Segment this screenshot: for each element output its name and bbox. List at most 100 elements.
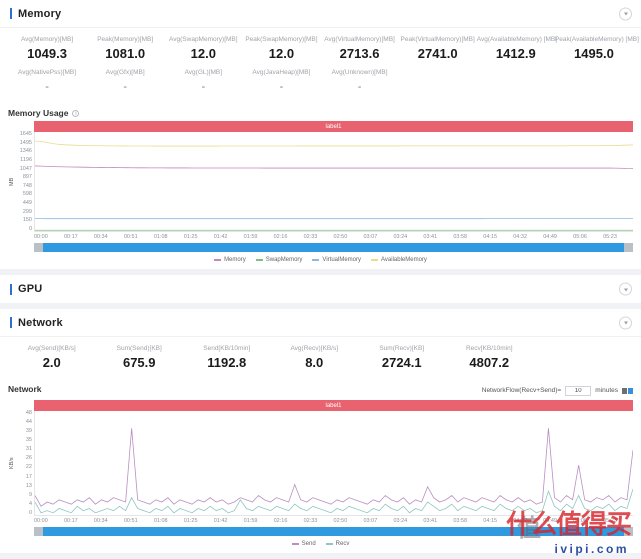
section-accent-bar xyxy=(10,284,12,295)
gpu-panel-title: GPU xyxy=(18,283,42,295)
scrollbar-track[interactable] xyxy=(43,527,624,536)
metric-item: Avg(Recv)[KB/s]8.0 xyxy=(271,343,359,376)
network-y-tick-labels: 484439353126221713940 xyxy=(16,411,34,516)
metric-value: - xyxy=(242,78,320,96)
chevron-down-icon xyxy=(624,322,628,325)
memory-usage-caption-text: Memory Usage xyxy=(8,108,68,118)
metric-label: Avg(SwapMemory)[MB] xyxy=(164,35,242,45)
x-tick-label: 05:06 xyxy=(573,518,603,524)
network-collapse-button[interactable] xyxy=(619,316,632,329)
scrollbar-right-handle[interactable] xyxy=(624,243,633,252)
info-icon[interactable]: i xyxy=(72,110,79,117)
y-tick-label: 9 xyxy=(29,493,32,498)
network-chart-caption-text: Network xyxy=(8,384,42,394)
gpu-collapse-button[interactable] xyxy=(619,283,632,296)
metric-item: Peak(AvailableMemory) [MB]1495.0 xyxy=(555,34,633,67)
memory-plot-wrap: MB 1645149513461196104789774859844929915… xyxy=(8,132,633,232)
metric-item: Avg(AvailableMemory) [MB]1412.9 xyxy=(477,34,555,67)
metric-label: Peak(VirtualMemory)[MB] xyxy=(399,35,477,45)
metric-item: Peak(VirtualMemory)[MB]2741.0 xyxy=(399,34,477,67)
metric-label: Avg(NativePss)[MB] xyxy=(8,68,86,78)
y-tick-label: 26 xyxy=(26,456,32,461)
metric-value: 2.0 xyxy=(8,354,96,372)
metric-item: Avg(Send)[KB/s]2.0 xyxy=(8,343,96,376)
series-line-availablememory xyxy=(35,141,633,146)
scrollbar-track[interactable] xyxy=(43,243,624,252)
metric-label: Avg(Recv)[KB/s] xyxy=(271,344,359,354)
x-tick-label: 02:50 xyxy=(334,234,364,240)
legend-swatch-icon xyxy=(312,259,319,261)
metric-label: Sum(Send)[KB] xyxy=(96,344,184,354)
y-tick-label: 1047 xyxy=(20,167,32,172)
x-tick-label: 04:15 xyxy=(483,234,513,240)
legend-item[interactable]: Send xyxy=(292,541,316,547)
metric-item: Peak(Memory)[MB]1081.0 xyxy=(86,34,164,67)
memory-collapse-button[interactable] xyxy=(619,7,632,20)
scrollbar-left-handle[interactable] xyxy=(34,243,43,252)
x-tick-label: 05:23 xyxy=(603,234,633,240)
metric-label: Avg(GL)[MB] xyxy=(164,68,242,78)
reset-icon-accent xyxy=(628,388,633,394)
metric-label: Avg(Memory)[MB] xyxy=(8,35,86,45)
legend-item[interactable]: Recv xyxy=(326,541,350,547)
scrollbar-right-handle[interactable] xyxy=(624,527,633,536)
x-tick-label: 01:25 xyxy=(184,518,214,524)
memory-usage-chart-block: Memory Usage i label1 MB 164514951346119… xyxy=(0,104,641,269)
metric-value: 1081.0 xyxy=(86,45,164,63)
memory-chart-scrollbar[interactable] xyxy=(34,243,633,252)
metric-value: - xyxy=(86,78,164,96)
metric-value: 4807.2 xyxy=(446,354,534,372)
metric-item: Recv[KB/10min]4807.2 xyxy=(446,343,534,376)
series-line-memory xyxy=(35,166,633,169)
network-y-axis-title: KB/s xyxy=(8,411,16,516)
legend-swatch-icon xyxy=(292,543,299,545)
y-tick-label: 22 xyxy=(26,465,32,470)
section-accent-bar xyxy=(10,8,12,19)
metric-item: Avg(Unknown)[MB]- xyxy=(321,67,399,100)
metric-item: Avg(Memory)[MB]1049.3 xyxy=(8,34,86,67)
network-flow-unit: minutes xyxy=(595,387,618,394)
scrollbar-left-handle[interactable] xyxy=(34,527,43,536)
network-line-chart xyxy=(35,411,633,515)
chevron-down-icon xyxy=(624,13,628,16)
metric-item: Avg(NativePss)[MB]- xyxy=(8,67,86,100)
metric-label: Send[KB/10min] xyxy=(183,344,271,354)
legend-item[interactable]: Memory xyxy=(214,257,246,263)
memory-metrics: Avg(Memory)[MB]1049.3Peak(Memory)[MB]108… xyxy=(0,28,641,104)
legend-label: SwapMemory xyxy=(266,257,303,263)
x-tick-label: 01:42 xyxy=(214,518,244,524)
network-chart-block: Network NetworkFlow(Recv+Send)= minutes … xyxy=(0,380,641,553)
section-accent-bar xyxy=(10,317,12,328)
metric-item: Avg(GL)[MB]- xyxy=(164,67,242,100)
metric-label: Peak(AvailableMemory) [MB] xyxy=(555,35,633,45)
legend-swatch-icon xyxy=(256,259,263,261)
x-tick-label: 00:00 xyxy=(34,518,64,524)
reset-button[interactable] xyxy=(622,388,633,394)
metric-label: Avg(JavaHeap)[MB] xyxy=(242,68,320,78)
memory-line-chart xyxy=(35,132,633,231)
y-tick-label: 897 xyxy=(23,175,32,180)
legend-item[interactable]: SwapMemory xyxy=(256,257,303,263)
metric-value: 675.9 xyxy=(96,354,184,372)
gpu-panel: GPU xyxy=(0,275,641,303)
x-tick-label: 00:34 xyxy=(94,518,124,524)
legend-item[interactable]: AvailableMemory xyxy=(371,257,427,263)
network-chart-caption: Network xyxy=(8,384,42,394)
x-tick-label: 04:15 xyxy=(483,518,513,524)
x-tick-label: 04:49 xyxy=(543,234,573,240)
x-tick-label: 01:59 xyxy=(244,518,274,524)
x-tick-label: 01:08 xyxy=(154,234,184,240)
legend-swatch-icon xyxy=(371,259,378,261)
memory-panel-header: Memory xyxy=(0,0,641,28)
x-tick-label: 03:58 xyxy=(453,234,483,240)
legend-swatch-icon xyxy=(214,259,221,261)
x-tick-label: 03:41 xyxy=(423,234,453,240)
x-tick-label: 04:32 xyxy=(513,518,543,524)
metric-value: 1192.8 xyxy=(183,354,271,372)
x-tick-label: 04:49 xyxy=(543,518,573,524)
network-panel-header: Network xyxy=(0,309,641,337)
network-chart-scrollbar[interactable] xyxy=(34,527,633,536)
legend-item[interactable]: VirtualMemory xyxy=(312,257,361,263)
y-tick-label: 449 xyxy=(23,201,32,206)
network-flow-minutes-input[interactable] xyxy=(565,386,591,396)
